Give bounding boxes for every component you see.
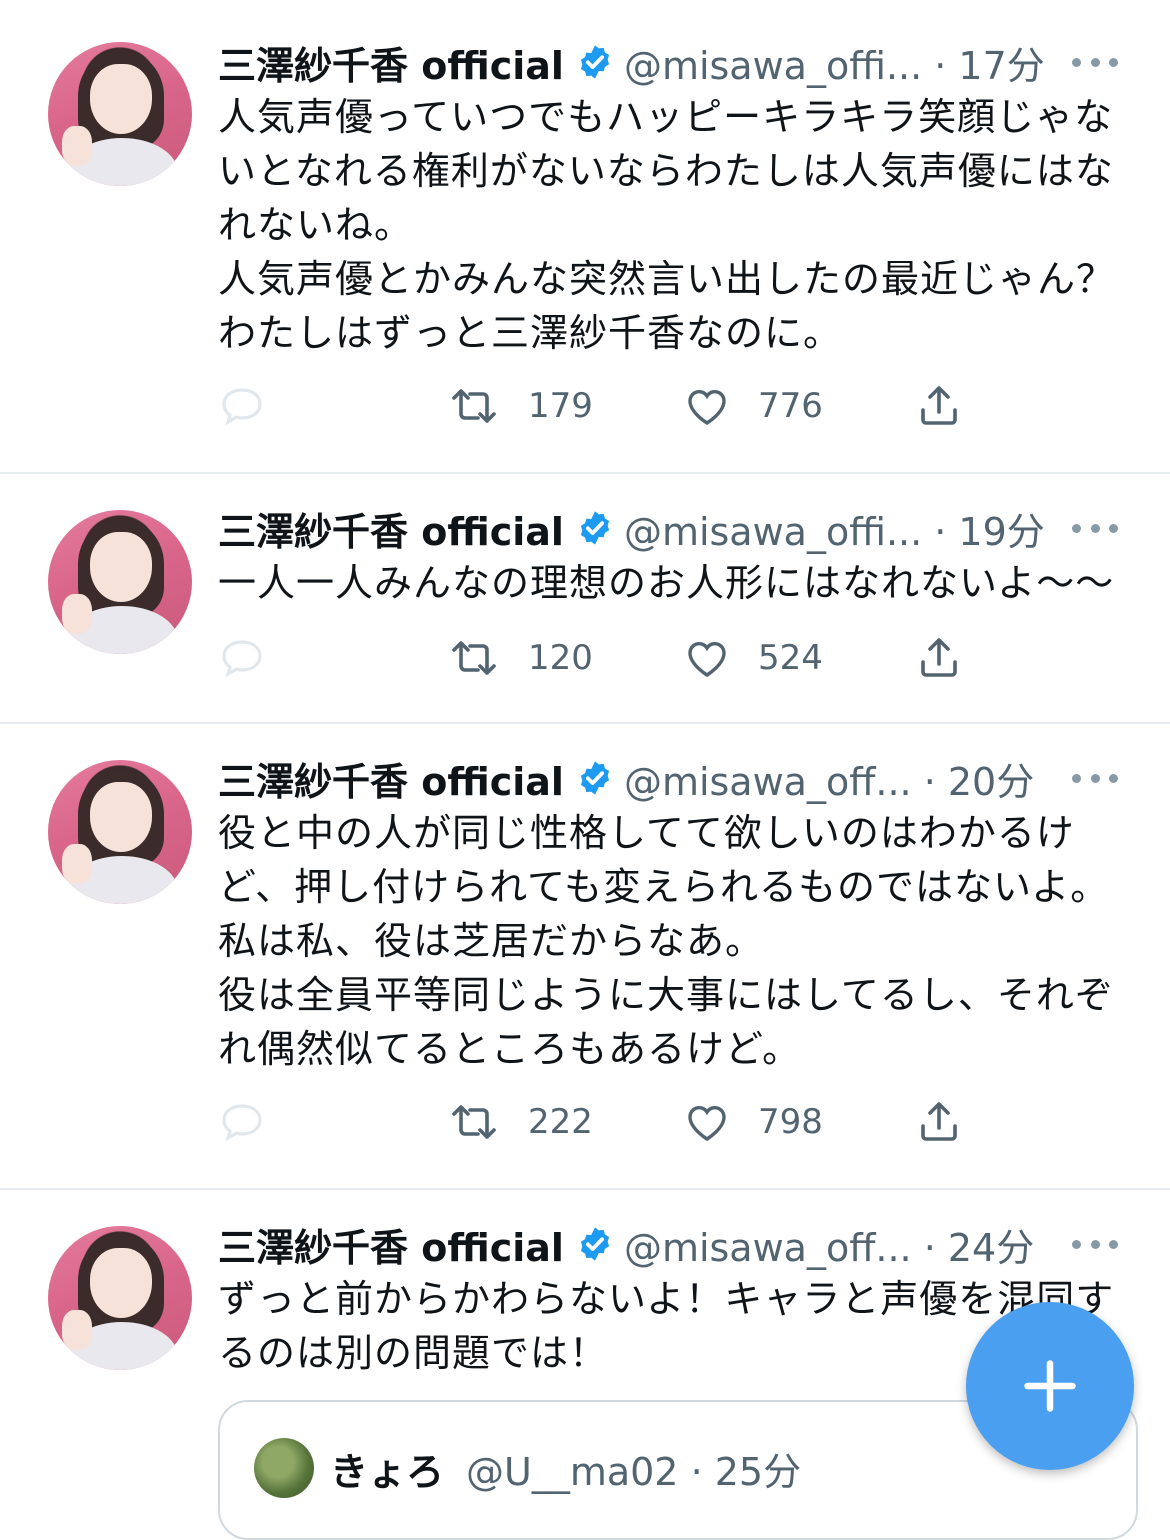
like-button[interactable]: 524 [682, 634, 823, 682]
verified-icon [580, 45, 610, 79]
like-count: 524 [758, 638, 823, 678]
tweet[interactable]: 三澤紗千香 official @misawa_off... · 20分 役と中の… [0, 722, 1170, 1188]
quoted-avatar[interactable] [254, 1438, 314, 1498]
handle-and-time[interactable]: @misawa_offi... · 19分 [624, 501, 1045, 556]
tweet-text-line: いとなれる権利がないならわたしは人気声優にはな [218, 149, 1114, 193]
retweet-icon [452, 1105, 496, 1139]
reply-icon [222, 640, 262, 678]
tweet-actions: 120 524 [218, 634, 978, 682]
more-icon[interactable] [1072, 754, 1118, 802]
tweet-header: 三澤紗千香 official @misawa_offi... · 19分 [218, 504, 1045, 554]
share-icon [921, 1102, 957, 1141]
compose-icon [1024, 1360, 1076, 1412]
reply-button[interactable] [218, 1098, 266, 1146]
avatar[interactable] [48, 42, 192, 186]
avatar[interactable] [48, 1226, 192, 1370]
like-count: 798 [758, 1102, 823, 1142]
tweet[interactable]: 三澤紗千香 official @misawa_offi... · 17分 人気声… [0, 0, 1170, 472]
avatar[interactable] [48, 510, 192, 654]
retweet-icon [452, 389, 496, 423]
reply-button[interactable] [218, 382, 266, 430]
tweet-text-line: 一人一人みんなの理想のお人形にはなれないよ〜〜 [218, 561, 1115, 605]
like-button[interactable]: 776 [682, 382, 823, 430]
tweet-text-line: 私は私、役は芝居だからなあ。 [218, 919, 765, 963]
verified-icon [580, 1227, 610, 1261]
reply-icon [222, 1104, 262, 1142]
verified-icon [580, 511, 610, 545]
retweet-button[interactable]: 222 [446, 1098, 593, 1146]
share-icon [921, 386, 957, 425]
retweet-count: 222 [528, 1102, 593, 1142]
compose-button[interactable] [966, 1302, 1134, 1470]
tweet-text-line: 役は全員平等同じように大事にはしてるし、それぞ [218, 973, 1114, 1017]
tweet-actions: 179 776 [218, 382, 978, 430]
tweet-text-line: れ偶然似てるところもあるけど。 [218, 1027, 802, 1071]
tweet-text-line: 人気声優っていつでもハッピーキラキラ笑顔じゃな [218, 95, 1114, 139]
share-button[interactable] [914, 1098, 964, 1146]
verified-icon [580, 761, 610, 795]
like-button[interactable]: 798 [682, 1098, 823, 1146]
avatar[interactable] [48, 760, 192, 904]
retweet-count: 179 [528, 386, 593, 426]
retweet-count: 120 [528, 638, 593, 678]
retweet-button[interactable]: 120 [446, 634, 593, 682]
tweet-actions: 222 798 [218, 1098, 978, 1146]
share-button[interactable] [914, 634, 964, 682]
like-icon [688, 1105, 726, 1141]
handle-and-time[interactable]: @misawa_off... · 24分 [624, 1217, 1034, 1272]
tweet-text-line: れないね。 [218, 203, 414, 247]
tweet-text-line: わたしはずっと三澤紗千香なのに。 [218, 311, 843, 355]
display-name[interactable]: 三澤紗千香 official [218, 35, 564, 90]
share-button[interactable] [914, 382, 964, 430]
handle-and-time[interactable]: @misawa_offi... · 17分 [624, 35, 1045, 90]
tweet-text-line: ど、押し付けられても変えられるものではないよ。 [218, 865, 1110, 909]
tweet-text-line: 役と中の人が同じ性格してて欲しいのはわかるけ [218, 811, 1075, 855]
tweet-text-line: 人気声優とかみんな突然言い出したの最近じゃん？ [218, 257, 1116, 301]
tweet-header: 三澤紗千香 official @misawa_off... · 20分 [218, 754, 1034, 804]
tweet-header: 三澤紗千香 official @misawa_offi... · 17分 [218, 38, 1045, 88]
quoted-handle-and-time: @U__ma02 · 25分 [466, 1449, 802, 1494]
more-icon[interactable] [1072, 504, 1118, 552]
display-name[interactable]: 三澤紗千香 official [218, 1217, 564, 1272]
handle-and-time[interactable]: @misawa_off... · 20分 [624, 751, 1034, 806]
display-name[interactable]: 三澤紗千香 official [218, 501, 564, 556]
like-icon [688, 641, 726, 677]
tweet-text: 人気声優っていつでもハッピーキラキラ笑顔じゃな いとなれる権利がないならわたしは… [218, 90, 1138, 360]
tweet-header: 三澤紗千香 official @misawa_off... · 24分 [218, 1220, 1034, 1270]
like-count: 776 [758, 386, 823, 426]
quoted-display-name: きょろ [330, 1449, 445, 1494]
more-icon[interactable] [1072, 38, 1118, 86]
tweet[interactable]: 三澤紗千香 official @misawa_offi... · 19分 一人一… [0, 472, 1170, 722]
reply-icon [222, 388, 262, 426]
like-icon [688, 389, 726, 425]
tweet-text: 役と中の人が同じ性格してて欲しいのはわかるけ ど、押し付けられても変えられるもの… [218, 806, 1138, 1076]
display-name[interactable]: 三澤紗千香 official [218, 751, 564, 806]
tweet-text: 一人一人みんなの理想のお人形にはなれないよ〜〜 [218, 556, 1138, 610]
quoted-header: きょろ @U__ma02 · 25分 [330, 1442, 801, 1494]
retweet-icon [452, 641, 496, 675]
share-icon [921, 638, 957, 677]
retweet-button[interactable]: 179 [446, 382, 593, 430]
more-icon[interactable] [1072, 1220, 1118, 1268]
reply-button[interactable] [218, 634, 266, 682]
